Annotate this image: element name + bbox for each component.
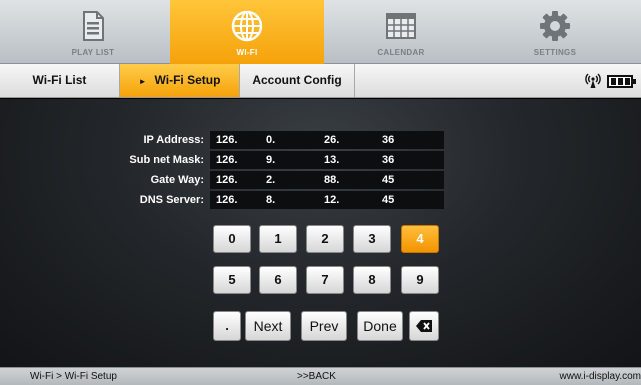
next-button[interactable]: Next [245,311,291,341]
subnet-octet-1[interactable]: 126. [210,151,260,169]
ip-octet-4[interactable]: 36 [376,131,444,149]
prev-button[interactable]: Prev [301,311,347,341]
key-1[interactable]: 1 [259,225,297,253]
key-5[interactable]: 5 [213,266,251,294]
calendar-icon [386,13,416,39]
ip-octet-1[interactable]: 126. [210,131,260,149]
gateway-octet-4[interactable]: 45 [376,171,444,189]
nav-label: SETTINGS [533,48,577,57]
ip-address-label: IP Address: [143,134,204,146]
tab-account-config[interactable]: Account Config [240,64,355,97]
subnet-octet-4[interactable]: 36 [376,151,444,169]
wifi-signal-icon [585,73,601,88]
gateway-octet-1[interactable]: 126. [210,171,260,189]
tab-label: Account Config [252,73,342,87]
footer-bar: Wi-Fi > Wi-Fi Setup >>BACK www.i-display… [0,367,641,385]
dns-octet-1[interactable]: 126. [210,191,260,209]
nav-label: CALENDAR [377,48,425,57]
dns-octet-2[interactable]: 8. [260,191,318,209]
site-url: www.i-display.com [559,371,641,382]
arrow-right-icon: ► [138,77,147,86]
done-button[interactable]: Done [357,311,403,341]
gateway-label: Gate Way: [150,174,204,186]
dns-octet-4[interactable]: 45 [376,191,444,209]
tab-label: Wi-Fi List [32,73,87,87]
top-navigation: PLAY LIST WI-FI CALENDAR SETTINGS [0,0,641,64]
key-6[interactable]: 6 [259,266,297,294]
key-7[interactable]: 7 [306,266,344,294]
wifi-setup-panel: IP Address: 126. 0. 26. 36 Sub net Mask:… [0,99,641,367]
nav-item-playlist[interactable]: PLAY LIST [16,0,170,64]
subnet-octet-3[interactable]: 13. [318,151,376,169]
gear-icon [540,11,570,41]
backspace-button[interactable] [409,311,439,341]
document-icon [83,11,104,41]
subnet-mask-label: Sub net Mask: [129,154,204,166]
key-9[interactable]: 9 [401,266,439,294]
back-link[interactable]: >>BACK [297,371,336,382]
nav-item-settings[interactable]: SETTINGS [478,0,632,64]
globe-icon [231,10,263,42]
key-0[interactable]: 0 [213,225,251,253]
key-3[interactable]: 3 [353,225,391,253]
nav-item-calendar[interactable]: CALENDAR [324,0,478,64]
key-2[interactable]: 2 [306,225,344,253]
gateway-octet-3[interactable]: 88. [318,171,376,189]
battery-icon [607,74,636,88]
sub-tab-bar: Wi-Fi List ► Wi-Fi Setup Account Config [0,64,641,98]
dns-octet-3[interactable]: 12. [318,191,376,209]
breadcrumb: Wi-Fi > Wi-Fi Setup [30,371,117,382]
ip-octet-2[interactable]: 0. [260,131,318,149]
backspace-icon [416,320,432,332]
ip-octet-3[interactable]: 26. [318,131,376,149]
tab-label: Wi-Fi Setup [154,73,221,87]
nav-label: PLAY LIST [71,48,115,57]
status-indicators [585,72,636,90]
subnet-octet-2[interactable]: 9. [260,151,318,169]
nav-label: WI-FI [236,48,258,57]
gateway-octet-2[interactable]: 2. [260,171,318,189]
key-8[interactable]: 8 [353,266,391,294]
dns-server-label: DNS Server: [139,194,204,206]
nav-item-wifi[interactable]: WI-FI [170,0,324,64]
key-dot[interactable]: . [213,311,241,341]
tab-wifi-setup[interactable]: ► Wi-Fi Setup [120,64,240,97]
key-4[interactable]: 4 [401,225,439,253]
tab-wifi-list[interactable]: Wi-Fi List [0,64,120,97]
